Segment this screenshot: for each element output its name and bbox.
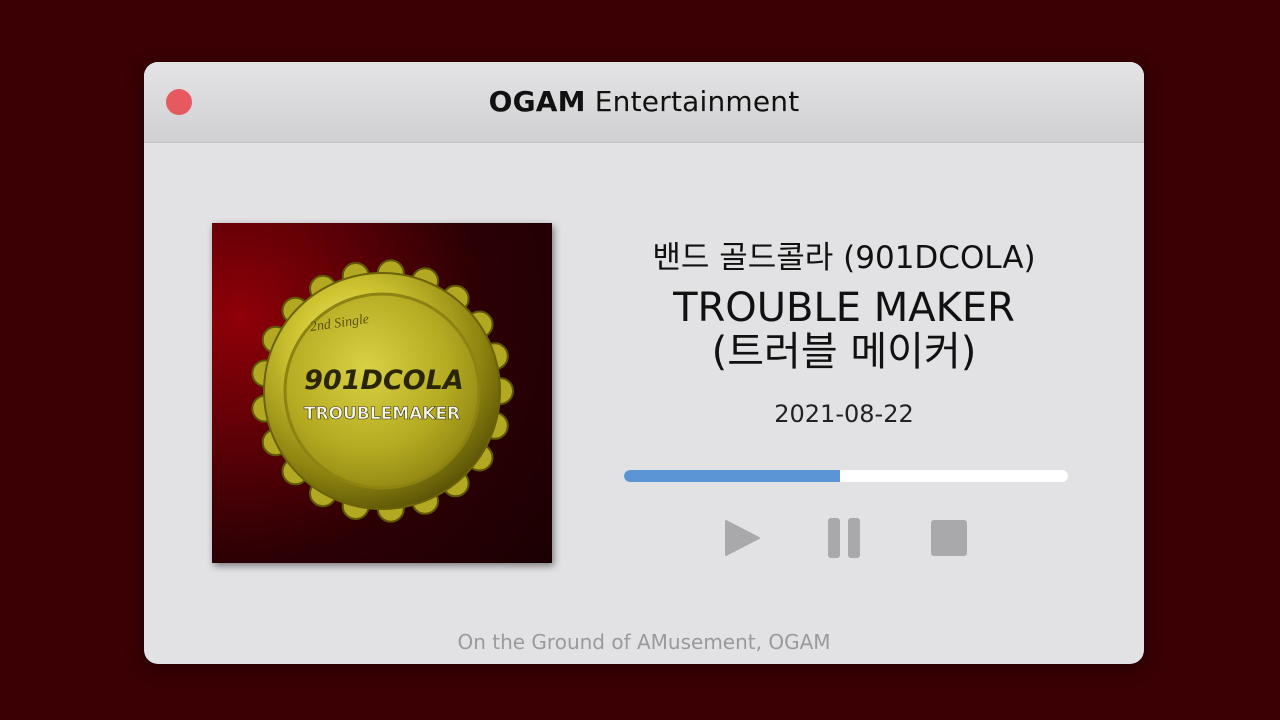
progress-fill [624,470,840,482]
artist-name: 밴드 골드콜라 (901DCOLA) [652,240,1036,276]
pause-button[interactable] [826,518,866,558]
stop-icon [931,520,967,556]
bottle-cap-icon: 2nd Single 901DCOLA TROUBLEMAKER [251,259,514,523]
window-title: OGAM Entertainment [144,62,1144,142]
play-icon [725,520,760,556]
brand-suffix: Entertainment [585,85,800,118]
stop-button[interactable] [929,518,969,558]
play-button[interactable] [722,518,762,558]
player-window: OGAM Entertainment 2nd Single 901DCOLA T… [144,62,1144,664]
footer-tagline: On the Ground of AMusement, OGAM [457,630,831,654]
cover-band-name: 901DCOLA [304,365,464,396]
album-cover: 2nd Single 901DCOLA TROUBLEMAKER [212,223,552,563]
pause-icon [828,518,860,558]
release-date: 2021-08-22 [774,400,914,428]
song-title: TROUBLE MAKER (트러블 메이커) [594,286,1094,374]
cover-song-name: TROUBLEMAKER [304,404,460,424]
progress-bar[interactable] [624,470,1068,482]
title-bar: OGAM Entertainment [144,62,1144,143]
brand-name: OGAM [488,85,586,118]
song-title-line-1: TROUBLE MAKER [673,285,1015,331]
song-title-line-2: (트러블 메이커) [711,329,977,375]
